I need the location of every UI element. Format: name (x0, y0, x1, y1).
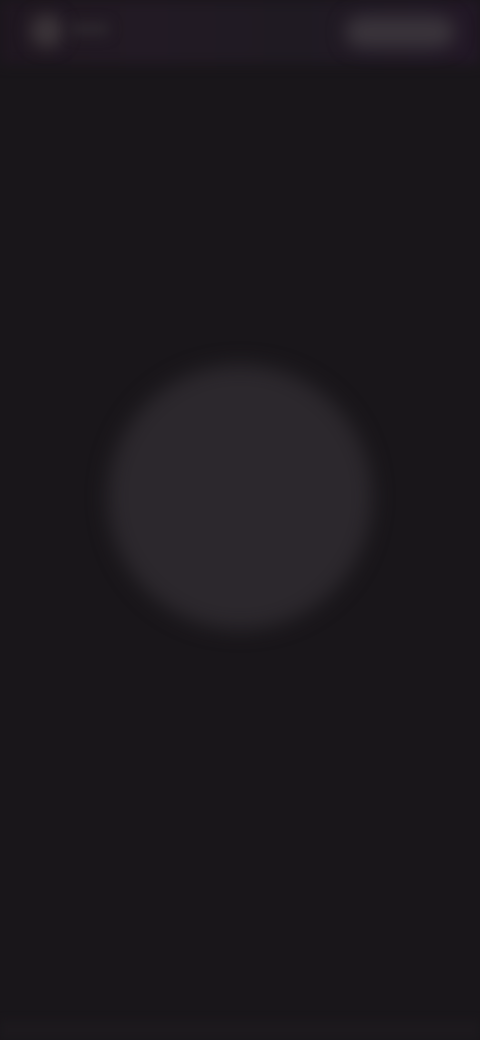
avatar-icon[interactable] (30, 14, 64, 48)
bottom-strip (0, 1020, 480, 1040)
top-right-pill-button[interactable] (345, 16, 455, 48)
blurred-circle-placeholder (108, 365, 372, 629)
app-screen (0, 0, 480, 1040)
blurred-label (70, 22, 110, 36)
